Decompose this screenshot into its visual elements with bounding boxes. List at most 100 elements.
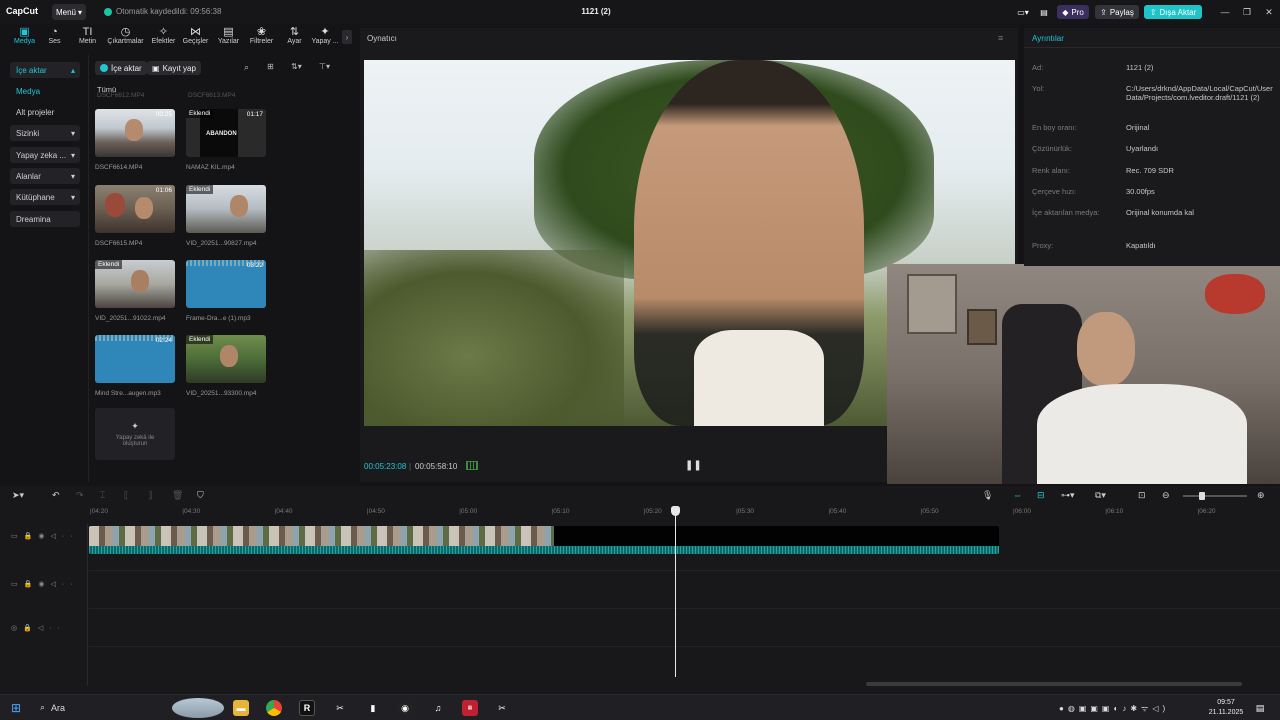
media-clip[interactable]: Eklendi VID_20251...93300.mp4 [186, 335, 276, 397]
main-track-controls[interactable]: ▭🔒◉◁·· [11, 532, 78, 540]
caption-icon[interactable]: ⊡ [1138, 490, 1146, 501]
audio-clip[interactable]: 03:22 Frame-Dra...e (1).mp3 [186, 260, 276, 322]
nav-item-media[interactable]: Medya [10, 83, 80, 99]
media-clip[interactable]: Eklendi VID_20251...91022.mp4 [95, 260, 185, 322]
clip-duration: 02:24 [155, 337, 172, 344]
capcut-logo: CapCut [6, 6, 38, 16]
close-icon[interactable]: ✕ [1262, 5, 1276, 19]
track-controls[interactable]: ▭🔒◉◁·· [11, 580, 78, 588]
minimize-icon[interactable]: — [1218, 5, 1232, 19]
search-box[interactable]: ⌕ Ara [40, 702, 65, 713]
tab-captions[interactable]: ▤ Yazılar [212, 26, 245, 50]
playhead[interactable] [675, 509, 676, 677]
nav-group-library[interactable]: Kütüphane ▾ [10, 189, 80, 205]
view-grid-icon[interactable]: ⊞ [267, 62, 274, 71]
zoom-slider[interactable] [1183, 495, 1247, 497]
clip-name: VID_20251...90827.mp4 [186, 240, 257, 247]
tab-text[interactable]: TI Metin [71, 26, 104, 50]
shortcuts-icon[interactable]: ▤ [1036, 5, 1052, 19]
split-right-icon[interactable]: ⟧ [148, 490, 152, 501]
link-icon[interactable]: ⇔ [1013, 490, 1022, 500]
player-menu-icon[interactable]: ≡ [998, 33, 1003, 43]
ai-create-tile[interactable]: ✦ Yapay zekâ ile oluşturun [95, 408, 175, 460]
microphone-app-icon[interactable]: ▮ [365, 700, 381, 716]
share-button[interactable]: ⇪ Paylaş [1095, 5, 1139, 19]
record-icon: ▣ [152, 63, 160, 73]
time-ruler[interactable]: |04:20 |04:30 |04:40 |04:50 |05:00 |05:10 |05:… [88, 508, 1280, 520]
sort-icon[interactable]: ⇅▾ [291, 62, 302, 71]
layout-icon[interactable]: ▭▾ [1010, 5, 1036, 19]
capcut-icon[interactable]: ✂ [332, 700, 348, 716]
detail-value: C:/Users/drknd/AppData/Local/CapCut/User… [1126, 84, 1273, 102]
snap-icon[interactable]: ⊟ [1037, 490, 1045, 501]
r-app-icon[interactable]: R [299, 700, 315, 716]
zoom-out-icon[interactable]: ⊖ [1162, 490, 1170, 501]
tab-audio[interactable]: ◔ Ses [38, 26, 71, 50]
detail-key: İçe aktarılan medya: [1032, 208, 1100, 217]
pause-icon[interactable]: ❚❚ [685, 460, 702, 471]
media-clip[interactable]: 00:25 DSCF6614.MP4 [95, 109, 185, 171]
record-button[interactable]: ▣ Kayıt yap [147, 61, 201, 75]
media-clip[interactable]: 01:06 DSCF6615.MP4 [95, 185, 185, 247]
nav-import-header[interactable]: İçe aktar ▴ [10, 62, 80, 78]
speaker-app-icon[interactable]: ♫ [430, 700, 446, 716]
menu-button[interactable]: Menü ▾ [52, 4, 86, 20]
zoom-slider-handle[interactable] [1199, 492, 1205, 500]
clock[interactable]: 09:57 21.11.2025 [1204, 698, 1248, 718]
delete-icon[interactable]: 🗑 [172, 490, 183, 501]
capcut-icon[interactable]: ✂ [494, 700, 510, 716]
tab-ai[interactable]: ✦ Yapay ... [308, 26, 342, 50]
nav-item-subprojects[interactable]: Alt projeler [10, 104, 80, 120]
chevron-down-icon: ▾ [70, 192, 75, 202]
clip-thumbnail: Eklendi [186, 335, 266, 383]
split-left-icon[interactable]: ⟦ [124, 490, 128, 501]
tab-effects[interactable]: ✧ Efektler [147, 26, 180, 50]
chevron-down-icon: ▾ [70, 128, 75, 138]
search-icon[interactable]: ⌕ [244, 62, 249, 73]
playhead-handle[interactable] [671, 506, 680, 516]
media-clip[interactable]: Eklendi VID_20251...90827.mp4 [186, 185, 276, 247]
video-editor-icon[interactable]: ▦ [462, 700, 478, 716]
track-divider [89, 646, 1280, 647]
main-video-clip[interactable] [89, 526, 999, 554]
tab-adjust[interactable]: ⇅ Ayar [278, 26, 311, 50]
split-icon[interactable]: ⌶ [100, 490, 105, 501]
filter-icon[interactable]: ⊤▾ [319, 62, 330, 71]
detail-row: Ad: 1121 (2) [1032, 63, 1272, 79]
notification-icon[interactable]: ▤ [1252, 700, 1268, 716]
tab-media[interactable]: ▣ Medya [8, 26, 41, 50]
timeline-icon[interactable] [466, 461, 478, 470]
tab-stickers[interactable]: ◷ Çıkartmalar [107, 26, 143, 50]
file-explorer-icon[interactable]: ▬ [233, 700, 249, 716]
chrome-icon[interactable] [266, 700, 282, 716]
media-clip[interactable]: ABANDON Eklendi 01:17 NAMAZ KIL.mp4 [186, 109, 276, 171]
transition-icon: ⋈ [190, 26, 201, 38]
microphone-icon[interactable]: 🎙 [982, 490, 993, 501]
track-link-icon[interactable]: ⊶▾ [1061, 490, 1075, 501]
audio-track-controls[interactable]: ◎🔒◁·· [11, 624, 66, 632]
timeline-scrollbar[interactable] [866, 682, 1242, 686]
redo-icon[interactable]: ↷ [76, 490, 84, 501]
nav-group-yours[interactable]: Sizinki ▾ [10, 125, 80, 141]
maximize-icon[interactable]: ❐ [1240, 5, 1254, 19]
track-headers: ▭🔒◉◁·· ▭🔒◉◁·· ◎🔒◁·· [0, 524, 88, 686]
obs-icon[interactable]: ◉ [397, 700, 413, 716]
nav-group-dreamina[interactable]: Dreamina [10, 211, 80, 227]
preview-axis-icon[interactable]: ⧉▾ [1095, 490, 1106, 501]
audio-clip[interactable]: 02:24 Mind Stre...augen.mp3 [95, 335, 185, 397]
nav-group-spaces[interactable]: Alanlar ▾ [10, 168, 80, 184]
undo-icon[interactable]: ↶ [52, 490, 60, 501]
tab-filters[interactable]: ❀ Filtreler [245, 26, 278, 50]
export-button[interactable]: ⇧ Dışa Aktar [1144, 5, 1202, 19]
marker-icon[interactable]: ⛉ [197, 490, 204, 501]
chevron-down-icon: ▾ [70, 171, 75, 181]
chevron-right-icon[interactable]: › [342, 30, 352, 44]
import-button[interactable]: İçe aktar [95, 61, 147, 75]
windows-start-icon[interactable]: ⊞ [8, 700, 24, 716]
system-tray-icons[interactable]: ●◍▣▣▣◐♪✱ᯤ◁) [1059, 703, 1169, 714]
select-tool-icon[interactable]: ➤▾ [12, 490, 24, 501]
tab-transitions[interactable]: ⋈ Geçişler [179, 26, 212, 50]
zoom-in-icon[interactable]: ⊕ [1257, 490, 1265, 501]
nav-group-ai[interactable]: Yapay zeka ... ▾ [10, 147, 80, 163]
pro-button[interactable]: ◆ Pro [1057, 5, 1089, 19]
